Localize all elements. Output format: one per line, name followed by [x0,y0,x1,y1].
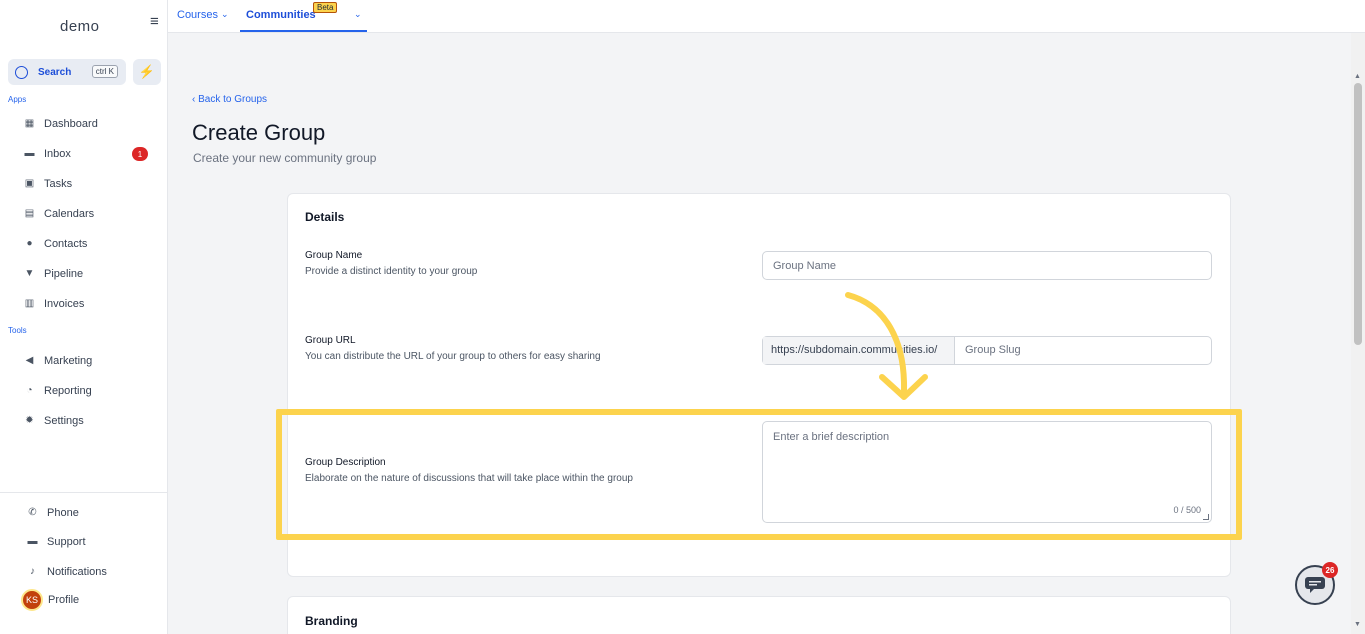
chevron-down-icon[interactable]: ⌄ [221,9,229,20]
sidebar-item-label: Settings [44,414,84,427]
group-url-help: You can distribute the URL of your group… [305,351,601,362]
sidebar-item-label: Dashboard [44,117,98,130]
page-scrollbar[interactable]: ▲ ▼ [1351,33,1365,634]
tab-courses[interactable]: Courses [177,9,218,21]
sidebar-item-label: Calendars [44,207,95,220]
inbox-unread-badge: 1 [132,147,148,161]
search-shortcut: ctrl K [91,65,118,78]
branding-heading: Branding [305,614,358,628]
page-subtitle: Create your new community group [193,151,377,165]
top-nav: Courses ⌄ Communities Beta ⌄ [168,0,1365,33]
pipeline-icon: ▼ [24,268,35,279]
search-icon [15,65,28,79]
sidebar-item-profile[interactable]: KS Profile [21,589,79,611]
group-name-input[interactable]: Group Name [762,251,1212,280]
collapse-sidebar-icon[interactable]: ≡ [150,13,159,30]
search-label: Search [38,66,72,78]
tasks-icon: ▣ [24,178,35,189]
sidebar-item-label: Marketing [44,354,93,367]
phone-icon: ✆ [28,507,37,518]
sidebar-item-label: Phone [47,506,79,519]
details-heading: Details [305,210,345,224]
sidebar-item-label: Profile [48,594,80,606]
description-placeholder: Enter a brief description [773,431,890,443]
sidebar-item-contacts[interactable]: ● Contacts [23,237,87,250]
gear-icon: ✹ [25,415,34,426]
sidebar-item-label: Inbox [44,147,71,160]
reporting-icon: ◔ [26,385,33,396]
sidebar-item-label: Contacts [44,237,88,250]
sidebar-item-calendars[interactable]: ▤ Calendars [23,207,94,220]
avatar: KS [21,589,43,611]
sidebar-item-label: Invoices [44,297,85,310]
sidebar-item-pipeline[interactable]: ▼ Pipeline [23,267,84,280]
sidebar-item-settings[interactable]: ✹ Settings [23,414,84,427]
annotation-arrow [845,292,928,400]
sidebar-item-label: Pipeline [44,267,84,280]
sidebar-item-support[interactable]: ▬ Support [26,535,86,548]
quick-action-button[interactable]: ⚡ [133,59,161,85]
group-description-label: Group Description [305,457,386,468]
active-tab-indicator [240,30,367,32]
invoices-icon: ▥ [24,298,35,309]
scroll-down-icon[interactable]: ▼ [1354,621,1361,628]
sidebar: demo ≡ Search ctrl K ⚡ Apps ▦ Dashboard … [0,0,168,634]
dashboard-icon: ▦ [24,118,35,129]
bell-icon: ♪ [30,566,35,577]
branding-card [287,596,1231,634]
chevron-down-icon[interactable]: ⌄ [354,9,362,20]
sidebar-item-reporting[interactable]: ◔ Reporting [23,384,92,397]
support-icon: ▬ [27,536,38,547]
inbox-icon: ▬ [24,148,35,159]
sidebar-item-label: Reporting [44,384,92,397]
sidebar-item-label: Notifications [47,565,107,578]
sidebar-item-phone[interactable]: ✆ Phone [26,506,79,519]
chat-unread-badge: 26 [1322,562,1338,578]
sidebar-item-invoices[interactable]: ▥ Invoices [23,297,85,310]
sidebar-item-notifications[interactable]: ♪ Notifications [26,565,107,578]
sidebar-item-inbox[interactable]: ▬ Inbox [23,147,71,160]
megaphone-icon: ◀ [25,355,34,366]
sidebar-divider [0,492,168,493]
chat-icon [1305,577,1325,593]
sidebar-item-dashboard[interactable]: ▦ Dashboard [23,117,98,130]
group-url-label: Group URL [305,335,356,346]
sidebar-item-label: Support [47,535,86,548]
beta-badge: Beta [313,2,338,13]
group-slug-input[interactable]: Group Slug [955,337,1211,364]
sidebar-item-label: Tasks [44,177,73,190]
scroll-up-icon[interactable]: ▲ [1354,73,1361,80]
sidebar-item-marketing[interactable]: ◀ Marketing [23,354,93,367]
sidebar-item-tasks[interactable]: ▣ Tasks [23,177,72,190]
group-name-help: Provide a distinct identity to your grou… [305,266,478,277]
group-description-textarea[interactable]: Enter a brief description 0 / 500 [762,421,1212,523]
group-name-label: Group Name [305,250,363,261]
apps-section-label: Apps [8,95,27,104]
contacts-icon: ● [26,238,33,249]
arrow-curve [845,292,908,393]
resize-handle[interactable] [1203,514,1209,520]
tools-section-label: Tools [8,326,27,335]
calendar-icon: ▤ [24,208,35,219]
app-logo: demo [60,18,100,35]
group-description-help: Elaborate on the nature of discussions t… [305,473,633,484]
page-title: Create Group [192,120,326,145]
character-counter: 0 / 500 [1173,505,1201,515]
tab-communities[interactable]: Communities [246,9,316,21]
scroll-thumb[interactable] [1354,83,1362,345]
back-to-groups-link[interactable]: ‹ Back to Groups [192,94,267,105]
bolt-icon: ⚡ [138,64,156,79]
search-button[interactable]: Search ctrl K [8,59,126,85]
